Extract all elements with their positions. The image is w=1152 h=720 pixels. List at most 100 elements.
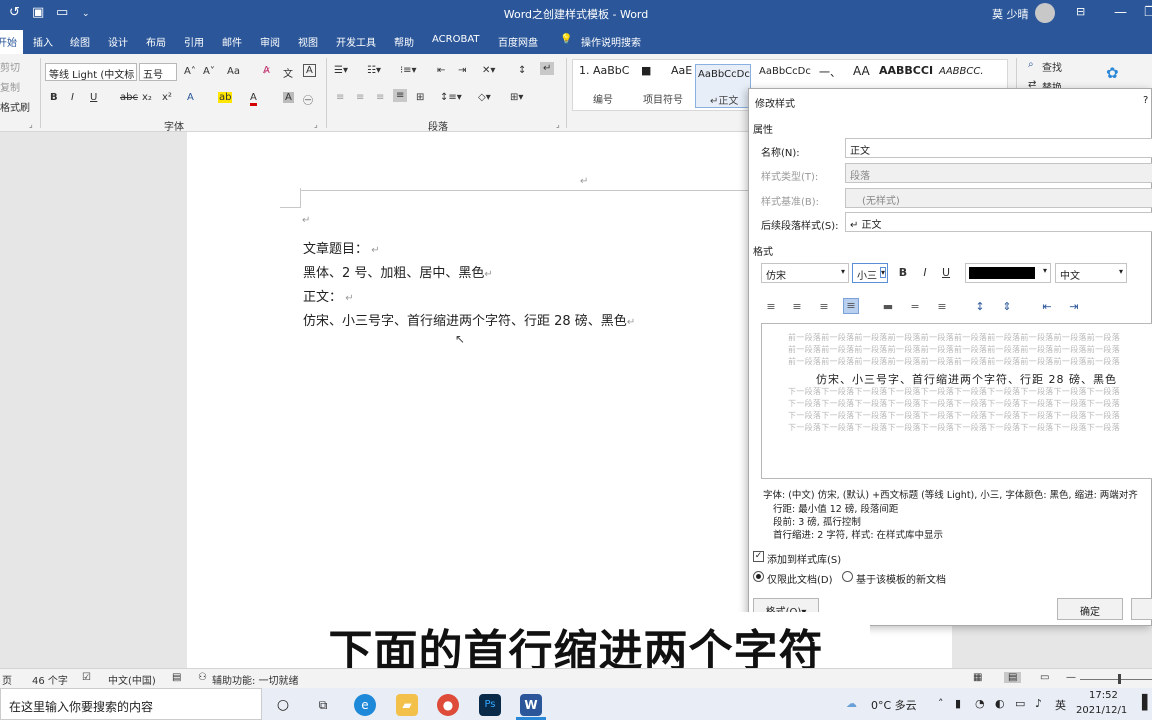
add-to-gallery-checkbox[interactable]: ✓ — [753, 551, 764, 562]
print-layout-icon[interactable]: ▤ — [1004, 672, 1022, 683]
enclose-char-icon[interactable]: ㊀ — [303, 92, 313, 107]
web-layout-icon[interactable]: ▭ — [1040, 672, 1049, 683]
font-size-combo[interactable]: 五号 — [139, 63, 177, 81]
increase-indent-icon[interactable]: ⇥ — [458, 65, 466, 76]
char-shading-icon[interactable]: A — [283, 92, 294, 103]
language-status[interactable]: 中文(中国) — [108, 672, 156, 687]
tray-icon[interactable]: ◐ — [995, 697, 1005, 710]
style-bullet[interactable]: ■ 项目符号 — [639, 64, 683, 108]
restore-icon[interactable]: ❐ — [1144, 5, 1152, 20]
page-count[interactable]: 页 — [2, 672, 12, 687]
tab-review[interactable]: 审阅 — [260, 34, 280, 49]
copy-button[interactable]: 复制 — [0, 79, 20, 94]
photoshop-icon[interactable]: Ps — [479, 694, 501, 716]
text-effects-icon[interactable]: A — [187, 92, 194, 103]
zoom-out-icon[interactable]: — — [1066, 672, 1076, 683]
style-normal[interactable]: AaBbCcDc ↵正文 — [695, 64, 751, 108]
tray-icon[interactable]: ◔ — [975, 697, 985, 710]
style-gallery-item[interactable]: AaE — [671, 64, 695, 108]
taskbar-search-input[interactable]: 在这里输入你要搜索的内容 — [0, 688, 262, 720]
read-mode-icon[interactable]: ▦ — [973, 672, 982, 683]
find-button[interactable]: 查找 — [1042, 59, 1062, 74]
tab-draw[interactable]: 绘图 — [70, 34, 90, 49]
size-select[interactable]: 小三 ▾ — [852, 263, 888, 283]
dlg-increase-spacing-icon[interactable]: ↕ — [972, 300, 988, 316]
ribbon-display-icon[interactable]: ⊟ — [1076, 5, 1085, 18]
grow-font-icon[interactable]: A˄ — [184, 66, 196, 77]
dlg-one-half-spacing-icon[interactable]: = — [907, 300, 923, 316]
dialog-bold-button[interactable]: B — [895, 266, 911, 282]
dlg-increase-indent-icon[interactable]: ⇥ — [1066, 300, 1082, 316]
tray-arrow-icon[interactable]: ˄ — [938, 697, 944, 710]
align-left-icon[interactable]: ≡ — [336, 92, 344, 103]
explorer-icon[interactable]: ▰ — [396, 694, 418, 716]
change-case-button[interactable]: Aa — [227, 66, 240, 77]
edge-icon[interactable]: e — [354, 694, 376, 716]
clock-date[interactable]: 2021/12/1 — [1076, 705, 1127, 716]
tab-references[interactable]: 引用 — [184, 34, 204, 49]
distributed-icon[interactable]: ⊞ — [416, 92, 424, 103]
minimize-icon[interactable]: — — [1114, 5, 1127, 20]
tab-home[interactable]: 开始 — [0, 30, 23, 54]
italic-icon[interactable]: I — [71, 92, 74, 103]
bold-icon[interactable]: B — [50, 92, 58, 103]
dlg-align-left-icon[interactable]: ≡ — [763, 300, 779, 316]
cloud-icon[interactable]: ✿ — [1106, 64, 1119, 82]
clipboard-launcher-icon[interactable]: ⌟ — [29, 120, 33, 129]
zoom-thumb[interactable] — [1118, 674, 1121, 684]
zoom-slider[interactable] — [1080, 679, 1152, 680]
superscript-icon[interactable]: x² — [162, 92, 172, 103]
font-select[interactable]: 仿宋 ▾ — [761, 263, 849, 283]
accessibility-status[interactable]: 辅助功能: 一切就绪 — [212, 672, 299, 687]
dlg-double-spacing-icon[interactable]: ≡ — [934, 300, 950, 316]
doc-line[interactable]: 文章题目： ↵ — [303, 238, 380, 257]
font-launcher-icon[interactable]: ⌟ — [314, 120, 318, 129]
color-select[interactable]: ▾ — [965, 263, 1051, 283]
paragraph-launcher-icon[interactable]: ⌟ — [556, 120, 560, 129]
chrome-icon[interactable]: ● — [437, 694, 459, 716]
phonetic-icon[interactable]: 文 — [283, 65, 293, 80]
align-right-icon[interactable]: ≡ — [376, 92, 384, 103]
cortana-icon[interactable]: ○ — [272, 694, 294, 716]
dialog-italic-button[interactable]: I — [917, 266, 933, 282]
notification-icon[interactable]: ▌ — [1142, 695, 1152, 711]
tab-mailings[interactable]: 邮件 — [222, 34, 242, 49]
char-border-icon[interactable]: A — [303, 64, 316, 77]
underline-icon[interactable]: U — [90, 92, 97, 103]
tab-acrobat[interactable]: ACROBAT — [432, 34, 480, 45]
decrease-indent-icon[interactable]: ⇤ — [437, 65, 445, 76]
justify-icon[interactable]: ≡ — [393, 89, 408, 102]
network-icon[interactable]: ▭ — [1015, 697, 1025, 710]
dlg-align-center-icon[interactable]: ≡ — [789, 300, 805, 316]
help-button[interactable]: ? — [1143, 95, 1148, 106]
tab-insert[interactable]: 插入 — [33, 34, 53, 49]
doc-line[interactable]: 仿宋、小三号字、首行缩进两个字符、行距 28 磅、黑色↵ — [303, 310, 635, 329]
line-spacing-icon[interactable]: ↕≡▾ — [440, 92, 462, 103]
dlg-justify-icon[interactable]: ≡ — [843, 298, 859, 314]
font-name-combo[interactable]: 等线 Light (中文标 — [45, 63, 137, 81]
subscript-icon[interactable]: x₂ — [142, 92, 152, 103]
tray-icon[interactable]: ▮ — [955, 697, 961, 710]
multilevel-list-icon[interactable]: ⁝≡▾ — [400, 65, 417, 76]
format-painter-button[interactable]: 格式刷 — [0, 99, 30, 114]
show-marks-icon[interactable]: ↵ — [540, 62, 555, 75]
weather-text[interactable]: 0°C 多云 — [871, 697, 917, 713]
shading-icon[interactable]: ◇▾ — [478, 92, 491, 103]
macro-icon[interactable]: ▤ — [172, 672, 181, 683]
tab-layout[interactable]: 布局 — [146, 34, 166, 49]
language-select[interactable]: 中文 ▾ — [1055, 263, 1127, 283]
chinese-layout-icon[interactable]: ✕▾ — [482, 65, 495, 76]
doc-line[interactable]: 正文： ↵ — [303, 286, 354, 305]
only-this-doc-radio[interactable] — [753, 571, 764, 582]
dialog-underline-button[interactable]: U — [938, 266, 954, 282]
cut-button[interactable]: 剪切 — [0, 59, 20, 74]
doc-line[interactable]: 黑体、2 号、加粗、居中、黑色↵ — [303, 262, 493, 281]
name-input[interactable]: 正文 — [845, 138, 1152, 158]
cancel-button[interactable] — [1131, 598, 1152, 620]
shrink-font-icon[interactable]: A˅ — [203, 66, 215, 77]
highlight-icon[interactable]: ab — [218, 92, 233, 103]
clock-time[interactable]: 17:52 — [1089, 690, 1118, 701]
font-color-icon[interactable]: A — [250, 92, 257, 106]
tell-me-search[interactable]: 操作说明搜索 — [581, 34, 641, 49]
style-numbered[interactable]: 1. AaBbC 编号 — [579, 64, 639, 108]
